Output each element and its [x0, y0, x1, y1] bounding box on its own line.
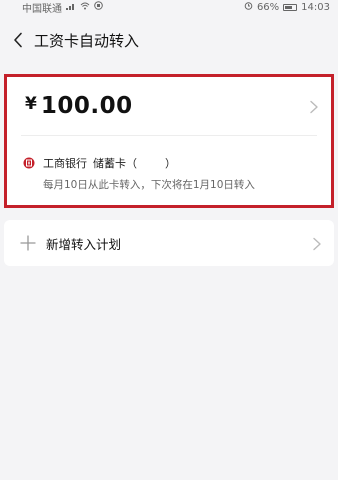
wifi-icon — [80, 2, 90, 13]
chevron-right-icon[interactable] — [312, 236, 322, 251]
alarm-icon — [244, 1, 253, 13]
currency-symbol: ¥ — [25, 94, 37, 114]
carrier-name: 中国联通 — [22, 3, 62, 15]
nav-bar: 工资卡自动转入 — [0, 22, 338, 58]
card-divider — [21, 135, 317, 136]
schedule-text: 每月10日从此卡转入，下次将在1月10日转入 — [43, 179, 255, 191]
amount-row[interactable]: ¥ 100.00 — [7, 77, 331, 135]
bank-row: 工商银行 储蓄卡（ ） — [23, 155, 176, 171]
status-left: 中国联通 — [22, 0, 103, 15]
icbc-logo-icon — [23, 157, 35, 169]
signal-icon — [66, 2, 76, 13]
nfc-icon — [94, 1, 103, 13]
transfer-plan-card[interactable]: ¥ 100.00 工商银行 储蓄卡（ ） 每月10日从此卡转入，下次将在1月10… — [4, 74, 334, 208]
card-type: 储蓄卡（ — [93, 157, 137, 170]
status-time: 14:03 — [301, 1, 330, 13]
battery-percent: 66% — [256, 1, 280, 13]
status-bar: 中国联通 66% 14:03 — [0, 0, 338, 15]
add-plan-label: 新增转入计划 — [46, 236, 122, 252]
bank-name: 工商银行 — [43, 157, 87, 170]
add-transfer-plan-button[interactable]: 新增转入计划 — [4, 220, 334, 266]
chevron-left-icon[interactable] — [4, 22, 32, 58]
card-suffix: ） — [165, 157, 176, 170]
chevron-right-icon[interactable] — [309, 99, 319, 114]
transfer-amount: 100.00 — [40, 93, 133, 119]
battery-icon — [283, 3, 298, 11]
battery-fill — [285, 5, 292, 9]
status-right: 66% 14:03 — [244, 1, 330, 13]
plus-icon — [20, 235, 36, 251]
page-title: 工资卡自动转入 — [34, 31, 140, 50]
